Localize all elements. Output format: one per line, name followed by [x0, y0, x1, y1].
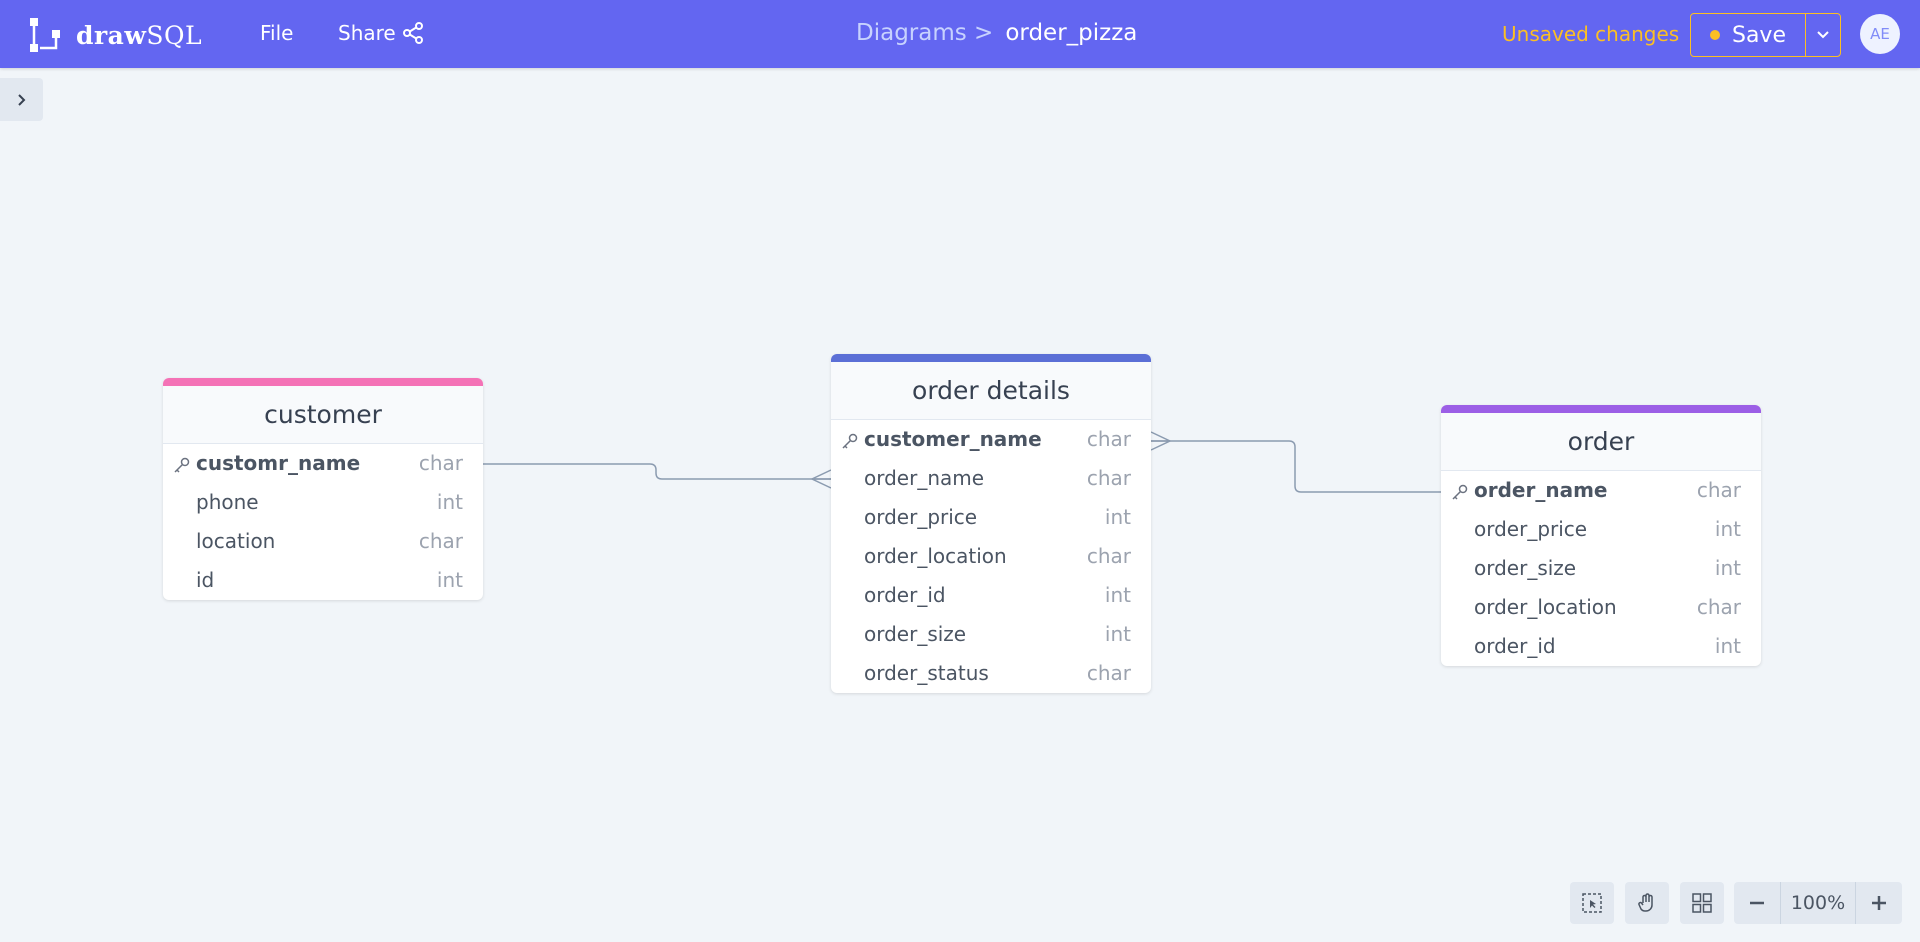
column-name: id — [196, 568, 215, 592]
column-name: order_id — [1474, 634, 1556, 658]
column-name: order_size — [864, 622, 967, 646]
column-name: order_location — [1474, 595, 1617, 619]
hand-icon — [1638, 893, 1653, 912]
column-type: int — [1714, 556, 1741, 580]
table-row[interactable]: order_price int — [1441, 510, 1761, 549]
column-type: char — [1086, 544, 1131, 568]
table-row[interactable]: order_id int — [1441, 627, 1761, 666]
table-row[interactable]: customer_name char — [831, 420, 1151, 459]
zoom-in-icon — [1872, 896, 1886, 910]
column-name: order_size — [1474, 556, 1577, 580]
select-tool-button[interactable] — [1570, 882, 1614, 924]
table-row[interactable]: location char — [163, 522, 483, 561]
table-order-details[interactable]: order details customer_name char order_n… — [831, 354, 1151, 693]
column-type: int — [1104, 622, 1131, 646]
table-row[interactable]: phone int — [163, 483, 483, 522]
column-name: order_status — [864, 661, 989, 685]
table-row[interactable]: order_name char — [1441, 471, 1761, 510]
column-name: order_id — [864, 583, 946, 607]
column-name: order_name — [864, 466, 985, 490]
crowfoot-order-details-right — [1150, 431, 1172, 451]
table-row[interactable]: id int — [163, 561, 483, 600]
table-color-bar — [831, 354, 1151, 362]
column-type: char — [418, 529, 463, 553]
column-type: int — [436, 568, 463, 592]
table-row[interactable]: order_size int — [1441, 549, 1761, 588]
relation-customer-order-details — [483, 463, 831, 480]
zoom-level: 100% — [1780, 882, 1856, 924]
column-name: customer_name — [864, 427, 1042, 451]
crowfoot-order-details-left — [810, 469, 832, 489]
table-color-bar — [1441, 405, 1761, 413]
table-row[interactable]: order_name char — [831, 459, 1151, 498]
key-icon — [842, 433, 858, 449]
zoom-out-icon — [1750, 901, 1764, 905]
column-name: order_name — [1474, 478, 1608, 502]
table-row[interactable]: order_price int — [831, 498, 1151, 537]
column-type: char — [1086, 661, 1131, 685]
column-type: int — [1104, 505, 1131, 529]
zoom-controls: 100% — [1734, 882, 1902, 924]
table-row[interactable]: order_id int — [831, 576, 1151, 615]
column-type: int — [1104, 583, 1131, 607]
grid-view-button[interactable] — [1680, 882, 1724, 924]
column-type: char — [1696, 595, 1741, 619]
column-name: customr_name — [196, 451, 361, 475]
table-customer[interactable]: customer customr_name char phone int loc… — [163, 378, 483, 600]
column-name: order_location — [864, 544, 1007, 568]
column-name: phone — [196, 490, 259, 514]
key-icon — [174, 457, 190, 473]
table-title[interactable]: order — [1441, 413, 1761, 471]
column-type: int — [1714, 517, 1741, 541]
table-row[interactable]: order_size int — [831, 615, 1151, 654]
column-type: int — [1714, 634, 1741, 658]
table-row[interactable]: order_location char — [1441, 588, 1761, 627]
relation-order-details-order — [1151, 440, 1441, 493]
column-type: int — [436, 490, 463, 514]
hand-tool-button[interactable] — [1625, 882, 1669, 924]
column-type: char — [418, 451, 463, 475]
table-row[interactable]: order_location char — [831, 537, 1151, 576]
select-icon — [1582, 893, 1602, 913]
key-icon — [1452, 484, 1468, 500]
table-order[interactable]: order order_name char order_price int or… — [1441, 405, 1761, 666]
table-title[interactable]: order details — [831, 362, 1151, 420]
column-name: order_price — [1474, 517, 1588, 541]
zoom-out-button[interactable] — [1734, 882, 1780, 924]
table-title[interactable]: customer — [163, 386, 483, 444]
table-color-bar — [163, 378, 483, 386]
table-row[interactable]: customr_name char — [163, 444, 483, 483]
grid-icon — [1692, 893, 1712, 913]
column-type: char — [1086, 466, 1131, 490]
column-type: char — [1086, 427, 1131, 451]
column-name: order_price — [864, 505, 978, 529]
zoom-in-button[interactable] — [1856, 882, 1902, 924]
column-name: location — [196, 529, 276, 553]
table-row[interactable]: order_status char — [831, 654, 1151, 693]
column-type: char — [1696, 478, 1741, 502]
